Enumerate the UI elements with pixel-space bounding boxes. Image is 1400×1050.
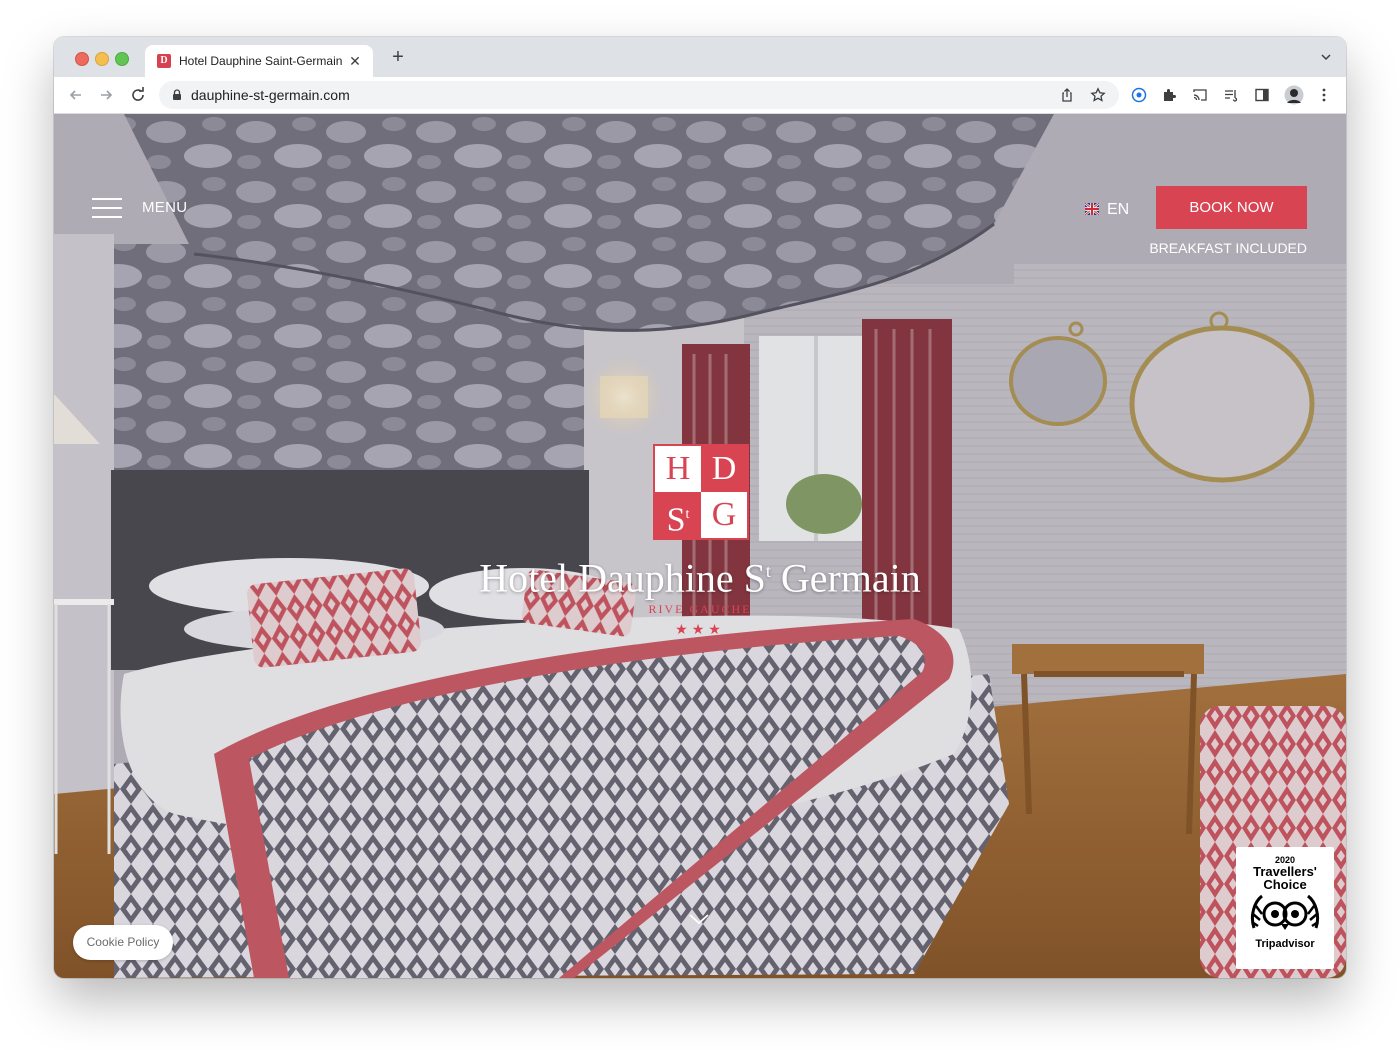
cast-icon[interactable] (1192, 87, 1208, 103)
hotel-name-start: Hotel Dauphine S (479, 555, 766, 601)
cookie-policy-button[interactable]: Cookie Policy (73, 925, 173, 960)
tab-close-icon[interactable]: ✕ (347, 53, 363, 69)
logo-letter-st: St (655, 492, 701, 538)
logo-letter-t: t (685, 507, 690, 522)
rive-gauche-subtitle: RIVE GAUCHE (648, 602, 752, 616)
menu-button[interactable]: MENU (92, 196, 192, 220)
tripadvisor-title-line2: Choice (1263, 877, 1307, 892)
language-label[interactable]: EN (1107, 201, 1129, 219)
tab-strip: D Hotel Dauphine Saint-Germain ✕ + (54, 37, 1346, 77)
lock-icon[interactable] (171, 89, 183, 101)
favicon-icon: D (157, 54, 171, 68)
address-bar[interactable]: dauphine-st-germain.com (159, 81, 1119, 109)
tripadvisor-owl-icon (1250, 894, 1320, 930)
extensions-puzzle-icon[interactable] (1161, 87, 1177, 103)
hotel-logo: H D St G (653, 444, 749, 540)
browser-toolbar: dauphine-st-germain.com (54, 77, 1346, 114)
browser-window: D Hotel Dauphine Saint-Germain ✕ + dauph… (54, 37, 1346, 978)
book-now-button[interactable]: BOOK NOW (1156, 186, 1307, 229)
breakfast-included-text: BREAKFAST INCLUDED (1149, 240, 1307, 256)
password-manager-icon[interactable] (1131, 87, 1147, 103)
hotel-name-end: Germain (770, 555, 921, 601)
forward-arrow-icon[interactable] (96, 85, 116, 105)
logo-letter-d: D (711, 450, 737, 487)
logo-letter-h: H (655, 446, 701, 492)
logo-letter-g: G (701, 492, 747, 538)
scroll-down-chevron-icon[interactable] (687, 911, 711, 927)
reload-icon[interactable] (128, 85, 148, 105)
hotel-name: Hotel Dauphine St Germain (400, 548, 1000, 601)
star-icon[interactable] (1090, 87, 1106, 103)
hamburger-icon[interactable] (92, 198, 122, 218)
hotel-stars: ★★★ (675, 621, 725, 637)
close-window-button[interactable] (75, 52, 89, 66)
active-tab[interactable]: D Hotel Dauphine Saint-Germain ✕ (145, 45, 373, 77)
tripadvisor-badge[interactable]: 2020 Travellers' Choice Tripadvisor (1236, 847, 1334, 969)
side-panel-icon[interactable] (1254, 87, 1270, 103)
profile-avatar-icon[interactable] (1284, 85, 1304, 105)
menu-label[interactable]: MENU (142, 200, 187, 216)
tripadvisor-title: Travellers' Choice (1236, 865, 1334, 891)
tab-title: Hotel Dauphine Saint-Germain (179, 54, 343, 68)
back-arrow-icon[interactable] (66, 85, 86, 105)
kebab-menu-icon[interactable] (1316, 87, 1332, 103)
new-tab-button[interactable]: + (389, 47, 407, 67)
minimize-window-button[interactable] (95, 52, 109, 66)
tab-search-chevron-icon[interactable] (1320, 51, 1332, 63)
reading-list-icon[interactable] (1223, 87, 1239, 103)
hero-section: MENU EN BOOK NOW BREAKFAST INCLUDED H D … (54, 114, 1346, 978)
logo-letter-s: S (666, 501, 686, 539)
uk-flag-icon (1085, 203, 1099, 215)
url-text[interactable]: dauphine-st-germain.com (191, 88, 350, 103)
share-icon[interactable] (1059, 87, 1075, 103)
tripadvisor-brand: Tripadvisor (1255, 938, 1315, 950)
maximize-window-button[interactable] (115, 52, 129, 66)
